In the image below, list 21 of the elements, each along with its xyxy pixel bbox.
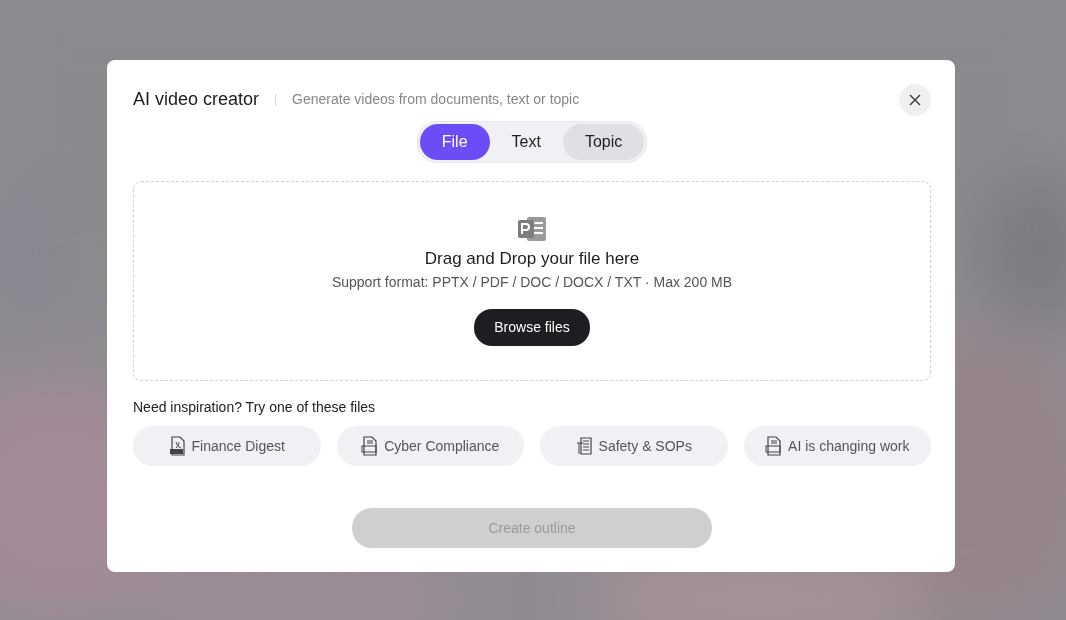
close-button[interactable] [899,84,931,116]
drop-heading: Drag and Drop your file here [424,248,640,271]
browse-button[interactable]: Browse files [474,308,590,346]
presentation-file-icon [517,216,547,243]
format-hint: Support format: PPTX / PDF / DOC / DOCX / TXT · Max 200 MB [331,272,733,292]
sample-file-button[interactable]: Finance Digest [133,426,321,466]
text-file-icon [575,436,593,456]
pdf-file-icon [168,436,186,456]
drop-zone[interactable]: Drag and Drop your file here Support format: PPTX / PDF / DOC / DOCX / TXT · Max 200 MB Browse files [133,181,931,381]
dialog-title: AI video creator [133,88,260,111]
sample-file-button[interactable]: AI is changing work [743,426,931,466]
tab[interactable]: File [419,124,490,160]
close-icon [909,94,921,106]
tab[interactable]: Text [489,124,563,160]
presentation-file-icon [765,436,783,456]
dialog-subtitle: Generate videos from documents, text or topic [292,90,580,109]
inspiration-label: Need inspiration? Try one of these files [133,398,377,417]
tab[interactable]: Topic [562,124,645,160]
sample-file-button[interactable]: Cyber Compliance [336,426,524,466]
doc-file-icon [361,436,379,456]
sample-file-button[interactable]: Safety & SOPs [540,426,728,466]
